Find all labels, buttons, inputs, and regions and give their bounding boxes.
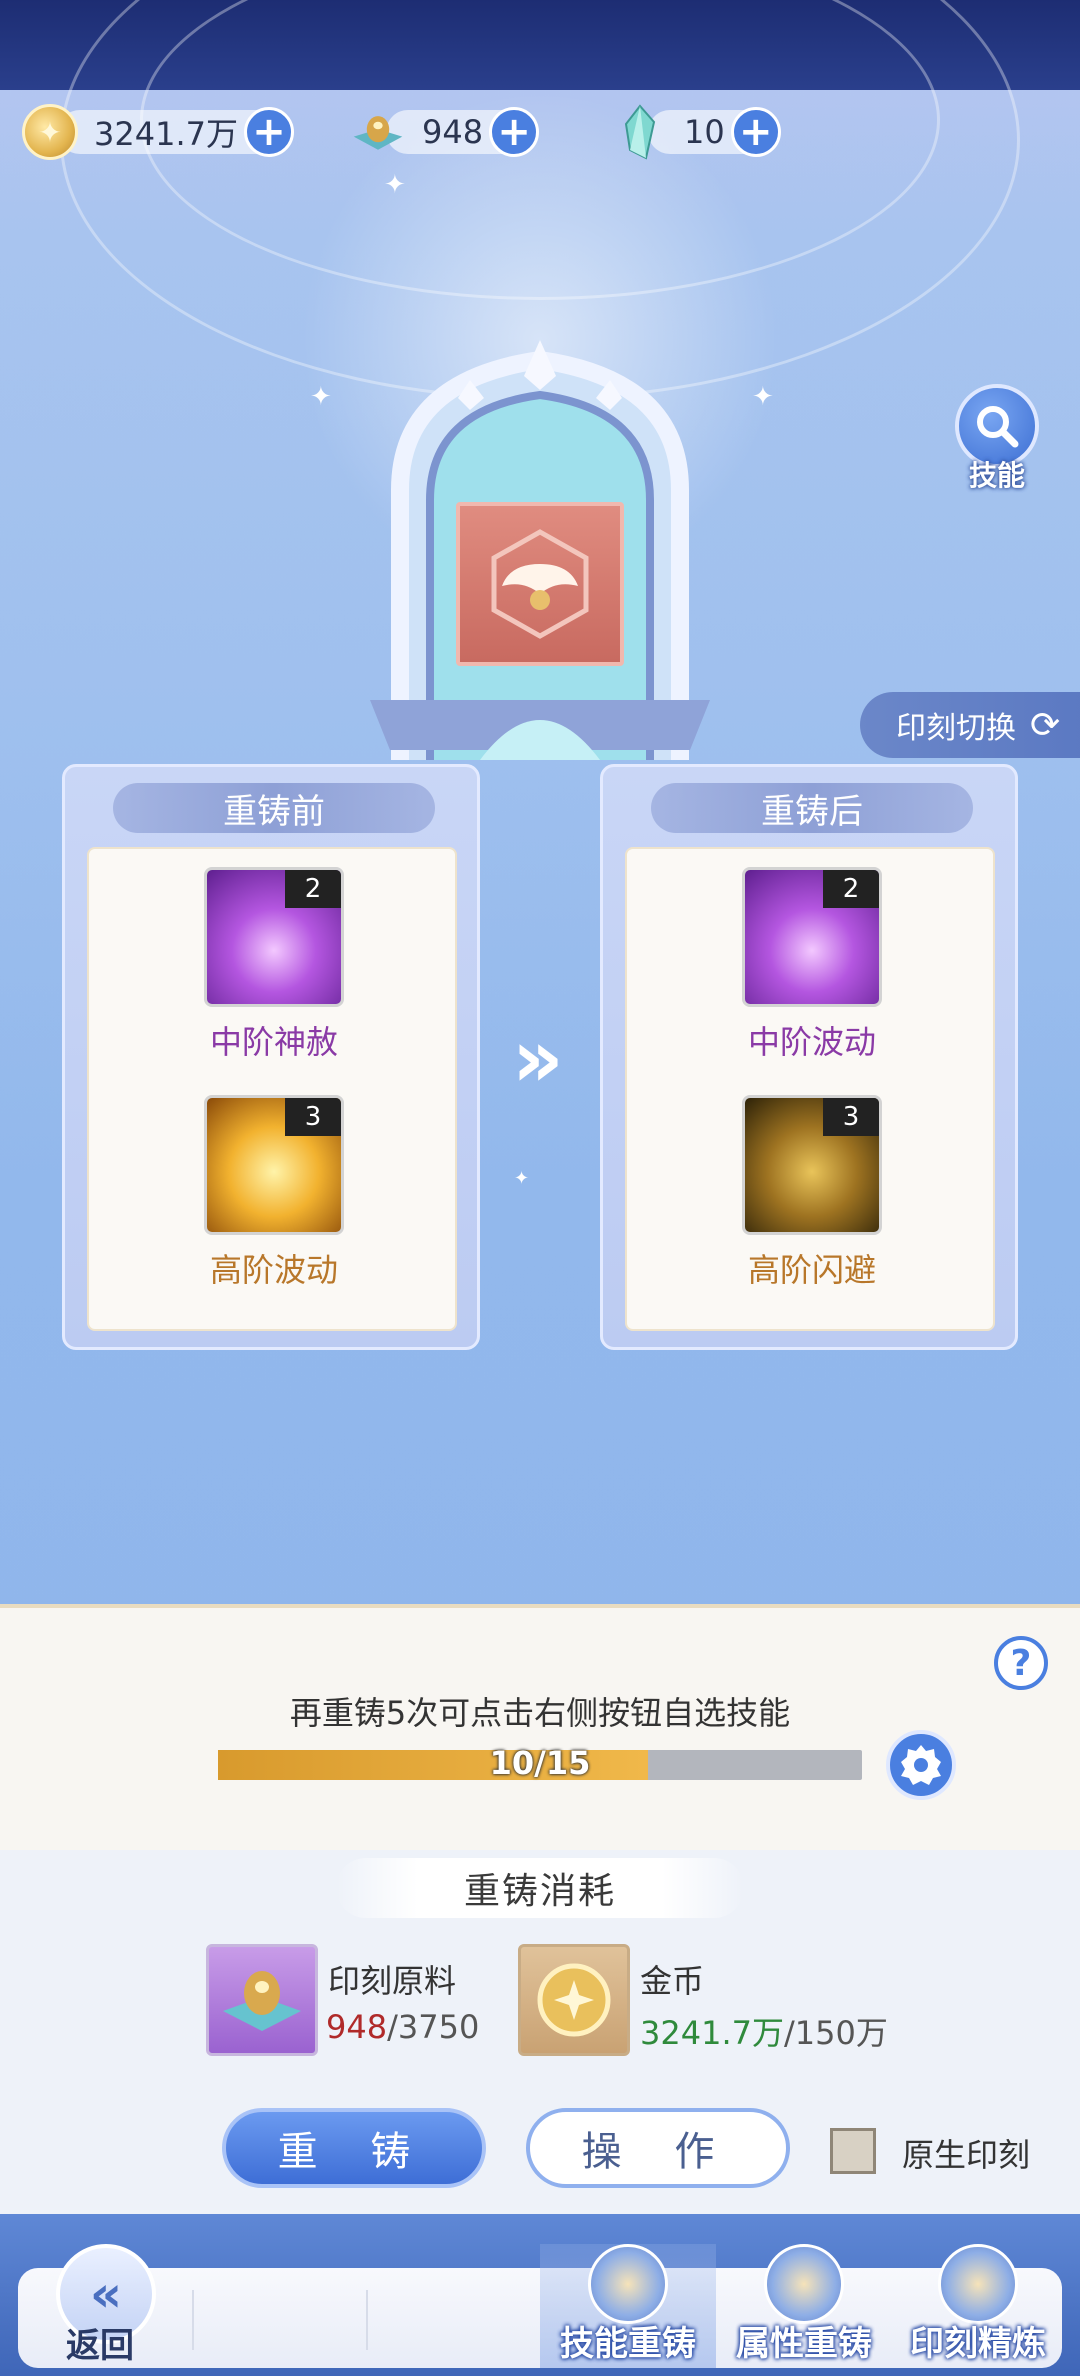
material-count: 948/3750 xyxy=(326,2008,480,2046)
purple-wave-icon[interactable]: 2 xyxy=(742,867,882,1007)
crystal-icon xyxy=(612,104,668,160)
tab-label: 技能重铸 xyxy=(560,2324,696,2364)
native-imprint-label: 原生印刻 xyxy=(902,2136,1031,2174)
skill-level: 2 xyxy=(285,870,341,908)
after-title: 重铸后 xyxy=(651,783,973,833)
gold-coin-icon xyxy=(518,1944,630,2056)
skill-name: 高阶闪避 xyxy=(747,1251,876,1289)
imprint-refine-icon xyxy=(938,2244,1018,2324)
add-crystal-button[interactable]: + xyxy=(730,107,781,157)
imprint-emblem[interactable] xyxy=(456,502,624,666)
attribute-reforge-icon xyxy=(764,2244,844,2324)
imprint-ore-icon xyxy=(206,1944,318,2056)
gold-coin-icon: ✦ xyxy=(22,104,78,160)
before-skill-list: 2 中阶神赦 3 高阶波动 xyxy=(87,847,457,1331)
back-label[interactable]: 返回 xyxy=(66,2318,134,2367)
sparkle-icon: ✦ xyxy=(310,382,332,412)
add-ore-button[interactable]: + xyxy=(489,107,540,157)
material-name: 金币 xyxy=(640,1962,705,2000)
sparkle-icon: ✦ xyxy=(514,1168,530,1189)
skill-level: 3 xyxy=(285,1098,341,1136)
gold-coin-value: 3241.7万 xyxy=(94,115,238,153)
before-panel: 重铸前 2 中阶神赦 3 高阶波动 xyxy=(62,764,480,1350)
help-icon[interactable]: ? xyxy=(994,1636,1048,1690)
skill-name: 中阶波动 xyxy=(747,1023,876,1061)
sparkle-icon: ✦ xyxy=(752,382,774,412)
skill-name: 高阶波动 xyxy=(209,1251,338,1289)
material-count: 3241.7万/150万 xyxy=(640,2014,888,2052)
sparkle-icon: ✦ xyxy=(384,170,406,200)
golden-ghost-icon[interactable]: 3 xyxy=(742,1095,882,1235)
imprint-ore-value: 948 xyxy=(422,113,484,151)
operate-button[interactable]: 操 作 xyxy=(526,2108,790,2188)
currency-gold: ✦ 3241.7万 + xyxy=(22,104,294,160)
skill-reforge-icon xyxy=(588,2244,668,2324)
reforge-hint: 再重铸5次可点击右侧按钮自选技能 xyxy=(289,1694,791,1732)
before-title: 重铸前 xyxy=(113,783,435,833)
imprint-ore-icon xyxy=(350,104,406,160)
gear-icon xyxy=(901,1745,941,1785)
native-imprint-checkbox[interactable] xyxy=(830,2128,876,2174)
reforge-progress: 10/15 xyxy=(218,1744,862,1782)
material-name: 印刻原料 xyxy=(328,1962,457,2000)
progress-text: 10/15 xyxy=(489,1744,591,1782)
skill-level: 2 xyxy=(823,870,879,908)
add-gold-button[interactable]: + xyxy=(243,107,294,157)
refresh-icon: ⟳ xyxy=(1030,704,1061,746)
purple-wings-icon[interactable]: 2 xyxy=(204,867,344,1007)
tab-label: 印刻精炼 xyxy=(910,2324,1046,2364)
currency-crystal: 10 + xyxy=(612,104,781,160)
arrow-right-icon: » xyxy=(512,1012,564,1105)
skill-info-label: 技能 xyxy=(968,459,1025,492)
tab-skill-reforge[interactable]: 技能重铸 xyxy=(540,2244,716,2368)
golden-wave-icon[interactable]: 3 xyxy=(204,1095,344,1235)
divider xyxy=(192,2290,194,2350)
winged-hexagon-icon xyxy=(491,529,589,639)
divider xyxy=(366,2290,368,2350)
skill-name: 中阶神赦 xyxy=(209,1023,338,1061)
after-panel: 重铸后 2 中阶波动 3 高阶闪避 xyxy=(600,764,1018,1350)
imprint-switch-button[interactable]: 印刻切换 ⟳ xyxy=(860,692,1080,758)
crystal-value: 10 xyxy=(684,113,725,151)
cost-title: 重铸消耗 xyxy=(336,1858,744,1918)
skill-info-button[interactable]: 技能 xyxy=(952,384,1042,494)
tab-imprint-refine[interactable]: 印刻精炼 xyxy=(890,2244,1066,2368)
currency-ore: 948 + xyxy=(350,104,540,160)
after-skill-list: 2 中阶波动 3 高阶闪避 xyxy=(625,847,995,1331)
imprint-switch-label: 印刻切换 xyxy=(896,711,1016,746)
tab-label: 属性重铸 xyxy=(736,2324,872,2364)
select-skill-button[interactable] xyxy=(886,1730,956,1800)
skill-level: 3 xyxy=(823,1098,879,1136)
tab-attribute-reforge[interactable]: 属性重铸 xyxy=(716,2244,892,2368)
reforge-button[interactable]: 重 铸 xyxy=(222,2108,486,2188)
